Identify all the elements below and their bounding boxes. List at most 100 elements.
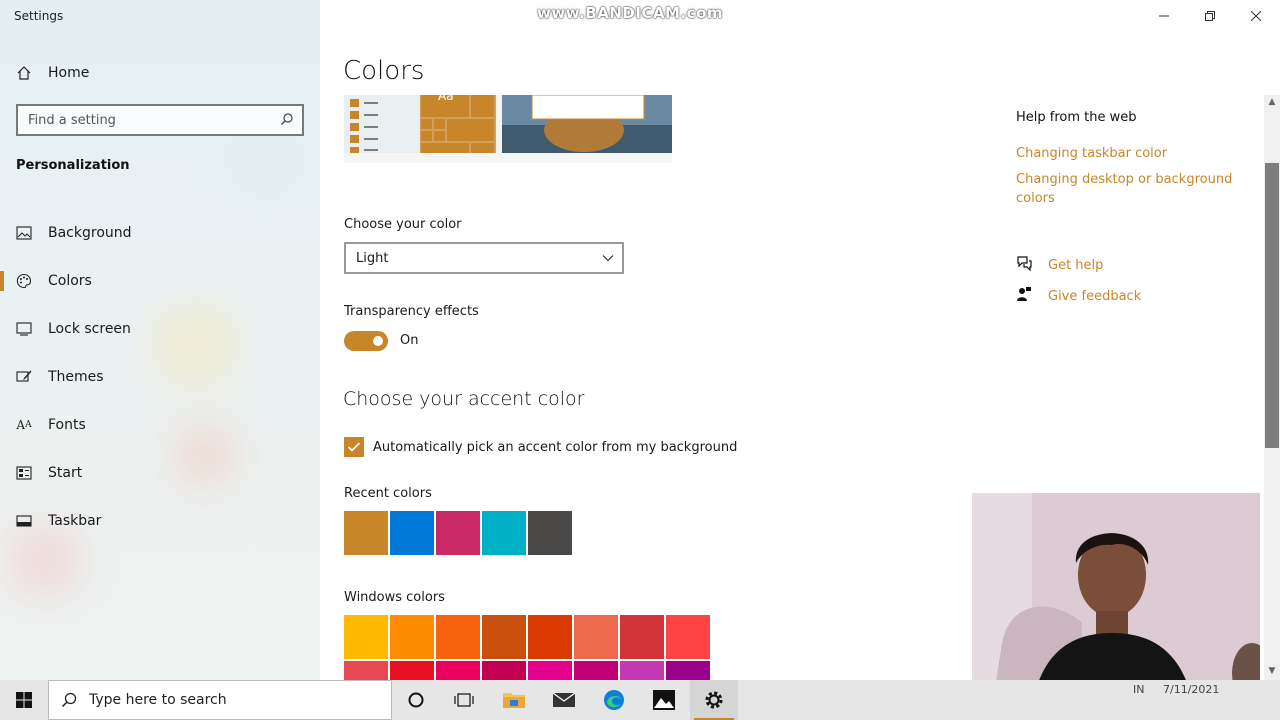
color-swatch[interactable] bbox=[344, 511, 388, 555]
webcam-person-image bbox=[972, 493, 1260, 708]
edge-browser-icon bbox=[604, 690, 624, 710]
scroll-down-icon[interactable]: ▼ bbox=[1266, 666, 1278, 678]
scroll-up-icon[interactable]: ▲ bbox=[1266, 97, 1278, 109]
auto-accent-checkbox[interactable] bbox=[344, 437, 364, 457]
color-swatch[interactable] bbox=[390, 615, 434, 659]
fonts-icon: AA bbox=[16, 418, 32, 432]
choose-color-label: Choose your color bbox=[344, 217, 462, 232]
nav-home[interactable]: Home bbox=[16, 61, 89, 85]
task-view-icon bbox=[454, 693, 474, 707]
sidebar-item-label: Fonts bbox=[48, 417, 86, 433]
photos-icon bbox=[653, 690, 675, 710]
checkmark-icon bbox=[347, 442, 361, 452]
color-swatch[interactable] bbox=[482, 661, 526, 680]
accent-heading: Choose your accent color bbox=[343, 388, 585, 410]
help-link-taskbar-color[interactable]: Changing taskbar color bbox=[1016, 144, 1246, 163]
task-view-button[interactable] bbox=[440, 680, 488, 720]
color-swatch[interactable] bbox=[436, 511, 480, 555]
windows-colors-row bbox=[344, 615, 710, 659]
get-help-link[interactable]: Get help bbox=[1016, 255, 1103, 275]
brush-icon bbox=[16, 369, 32, 385]
lock-screen-icon bbox=[16, 321, 32, 337]
scrollbar-thumb[interactable] bbox=[1265, 163, 1279, 448]
photos-button[interactable] bbox=[640, 680, 688, 720]
start-icon bbox=[16, 465, 32, 481]
minimize-button[interactable] bbox=[1141, 0, 1187, 32]
search-icon[interactable] bbox=[280, 111, 294, 130]
help-link-background-colors[interactable]: Changing desktop or background colors bbox=[1016, 170, 1246, 208]
color-swatch[interactable] bbox=[390, 511, 434, 555]
sidebar-item-label: Taskbar bbox=[48, 513, 102, 529]
color-swatch[interactable] bbox=[666, 615, 710, 659]
recording-watermark: www.BANDICAM.com bbox=[537, 4, 724, 22]
choose-color-dropdown[interactable]: Light bbox=[344, 242, 624, 274]
taskbar-search-placeholder: Type here to search bbox=[89, 692, 227, 708]
search-icon bbox=[61, 692, 77, 708]
cortana-button[interactable] bbox=[392, 680, 440, 720]
app-title: Settings bbox=[14, 9, 64, 23]
taskbar-search[interactable]: Type here to search bbox=[48, 680, 392, 720]
edge-button[interactable] bbox=[590, 680, 638, 720]
palette-icon bbox=[16, 273, 32, 289]
color-swatch[interactable] bbox=[528, 511, 572, 555]
color-swatch[interactable] bbox=[574, 615, 618, 659]
color-swatch[interactable] bbox=[482, 615, 526, 659]
restore-icon bbox=[1205, 11, 1215, 21]
mail-icon bbox=[552, 692, 576, 707]
get-help-label: Get help bbox=[1048, 257, 1104, 273]
color-swatch[interactable] bbox=[344, 661, 388, 680]
color-swatch[interactable] bbox=[390, 661, 434, 680]
sidebar: Settings Home Personalization Background… bbox=[0, 0, 320, 680]
color-swatch[interactable] bbox=[482, 511, 526, 555]
transparency-toggle[interactable] bbox=[344, 331, 388, 351]
windows-colors-row bbox=[344, 661, 710, 680]
color-swatch[interactable] bbox=[436, 661, 480, 680]
color-swatch[interactable] bbox=[620, 615, 664, 659]
sidebar-item-lock-screen[interactable]: Lock screen bbox=[0, 305, 320, 353]
sidebar-item-label: Themes bbox=[48, 369, 104, 385]
tray-language[interactable]: IN bbox=[1133, 683, 1144, 696]
color-swatch[interactable] bbox=[528, 661, 572, 680]
sidebar-item-label: Start bbox=[48, 465, 83, 481]
choose-color-value: Light bbox=[356, 250, 389, 266]
feedback-icon bbox=[1016, 286, 1032, 306]
give-feedback-link[interactable]: Give feedback bbox=[1016, 286, 1141, 306]
sidebar-item-fonts[interactable]: AA Fonts bbox=[0, 401, 320, 449]
give-feedback-label: Give feedback bbox=[1048, 288, 1142, 304]
close-button[interactable] bbox=[1233, 0, 1279, 32]
section-label-personalization: Personalization bbox=[16, 158, 130, 173]
color-swatch[interactable] bbox=[344, 615, 388, 659]
mail-button[interactable] bbox=[540, 680, 588, 720]
start-button[interactable] bbox=[0, 680, 48, 720]
color-swatch[interactable] bbox=[436, 615, 480, 659]
tray-date[interactable]: 7/11/2021 bbox=[1163, 683, 1219, 696]
color-swatch[interactable] bbox=[528, 615, 572, 659]
sidebar-item-label: Lock screen bbox=[48, 321, 131, 337]
transparency-label: Transparency effects bbox=[344, 304, 479, 319]
nav-home-label: Home bbox=[48, 65, 90, 81]
windows-colors-label: Windows colors bbox=[344, 590, 445, 605]
auto-accent-checkbox-row[interactable]: Automatically pick an accent color from … bbox=[344, 437, 737, 457]
find-setting-search[interactable] bbox=[16, 104, 304, 136]
color-swatch[interactable] bbox=[666, 661, 710, 680]
recent-colors bbox=[344, 511, 572, 555]
color-swatch[interactable] bbox=[574, 661, 618, 680]
sidebar-item-start[interactable]: Start bbox=[0, 449, 320, 497]
restore-button[interactable] bbox=[1187, 0, 1233, 32]
minimize-icon bbox=[1159, 15, 1169, 17]
sidebar-item-background[interactable]: Background bbox=[0, 209, 320, 257]
find-setting-input[interactable] bbox=[28, 112, 280, 128]
taskbar: Type here to search IN 7/11/2021 bbox=[0, 680, 1280, 720]
auto-accent-label: Automatically pick an accent color from … bbox=[373, 439, 738, 455]
settings-taskbar-button[interactable] bbox=[690, 680, 738, 720]
file-explorer-button[interactable] bbox=[490, 680, 538, 720]
sidebar-item-themes[interactable]: Themes bbox=[0, 353, 320, 401]
chevron-down-icon bbox=[602, 251, 614, 266]
sidebar-item-taskbar[interactable]: Taskbar bbox=[0, 497, 320, 545]
chat-help-icon bbox=[1016, 255, 1032, 275]
cortana-icon bbox=[408, 692, 424, 708]
gear-icon bbox=[705, 691, 723, 709]
color-swatch[interactable] bbox=[620, 661, 664, 680]
sidebar-item-colors[interactable]: Colors bbox=[0, 257, 320, 305]
close-icon bbox=[1251, 11, 1261, 21]
